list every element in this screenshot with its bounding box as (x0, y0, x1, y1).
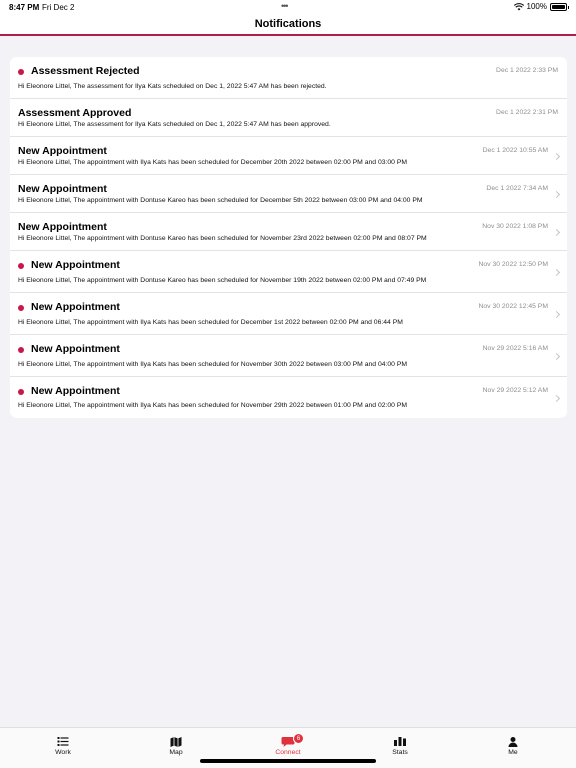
map-icon (170, 737, 182, 747)
notification-body: Hi Eleonore Littel, The assessment for I… (18, 121, 331, 128)
notification-title: New Appointment (18, 183, 107, 195)
page-title: Notifications (254, 18, 322, 30)
notification-row[interactable]: New Appointment Nov 29 2022 5:12 AM Hi Ele… (10, 377, 567, 418)
tab-label-connect: Connect (275, 749, 301, 756)
notification-title: Assessment Rejected (31, 65, 140, 77)
notification-body: Hi Eleonore Littel, The appointment with… (18, 361, 408, 368)
notification-title: New Appointment (18, 221, 107, 233)
notification-time: Dec 1 2022 2:33 PM (496, 67, 558, 74)
notification-body: Hi Eleonore Littel, The appointment with… (18, 235, 427, 242)
notification-row[interactable]: New Appointment Nov 29 2022 5:16 AM Hi Ele… (10, 335, 567, 377)
unread-dot (18, 347, 24, 353)
status-bar: 8:47 PM Fri Dec 2 ••• 100% (0, 0, 576, 14)
notification-time: Dec 1 2022 7:34 AM (486, 185, 548, 192)
notification-row[interactable]: New Appointment Nov 30 2022 12:45 PM Hi El… (10, 293, 567, 335)
notification-body: Hi Eleonore Littel, The appointment with… (18, 319, 403, 326)
notification-body: Hi Eleonore Littel, The appointment with… (18, 159, 408, 166)
bar-chart-icon (394, 737, 406, 746)
notification-row[interactable]: New Appointment Dec 1 2022 7:34 AM Hi Eleo… (10, 175, 567, 213)
notification-list: Assessment Rejected Dec 1 2022 2:33 PM Hi … (10, 57, 567, 418)
unread-dot (18, 263, 24, 269)
status-time: 8:47 PM (9, 3, 40, 12)
chevron-right-icon (552, 152, 561, 161)
notification-row[interactable]: New Appointment Nov 30 2022 12:50 PM Hi El… (10, 251, 567, 293)
notification-title: New Appointment (18, 145, 107, 157)
unread-dot (18, 389, 24, 395)
notification-time: Nov 29 2022 5:12 AM (482, 387, 548, 394)
notification-row[interactable]: Assessment Rejected Dec 1 2022 2:33 PM Hi … (10, 57, 567, 99)
notification-row[interactable]: New Appointment Dec 1 2022 10:55 AM Hi Ele… (10, 137, 567, 175)
navigation-bar: Notifications (0, 14, 576, 36)
status-indicators: 100% (513, 2, 569, 11)
notification-title: New Appointment (31, 385, 120, 397)
chevron-right-icon (552, 228, 561, 237)
person-icon (508, 737, 518, 747)
tab-label-stats: Stats (392, 749, 408, 756)
tab-work[interactable]: Work (23, 728, 103, 768)
notification-time: Nov 29 2022 5:16 AM (482, 345, 548, 352)
chevron-right-icon (552, 310, 561, 319)
notification-title: New Appointment (31, 343, 120, 355)
notification-time: Nov 30 2022 1:08 PM (482, 223, 548, 230)
tab-label-work: Work (55, 749, 71, 756)
notification-time: Nov 30 2022 12:50 PM (478, 261, 548, 268)
tab-me[interactable]: Me (473, 728, 553, 768)
notification-time: Nov 30 2022 12:45 PM (478, 303, 548, 310)
notification-body: Hi Eleonore Littel, The assessment for I… (18, 83, 327, 90)
notification-title: New Appointment (31, 259, 120, 271)
chevron-right-icon (552, 268, 561, 277)
notification-body: Hi Eleonore Littel, The appointment with… (18, 277, 427, 284)
list-icon (57, 737, 69, 746)
notification-badge: 6 (293, 733, 304, 744)
home-indicator[interactable] (200, 759, 376, 763)
battery-icon (550, 2, 569, 11)
battery-percent: 100% (526, 2, 547, 11)
chevron-right-icon (552, 394, 561, 402)
chevron-right-icon (552, 190, 561, 199)
notification-time: Dec 1 2022 2:31 PM (496, 109, 558, 116)
notification-row[interactable]: New Appointment Nov 30 2022 1:08 PM Hi Ele… (10, 213, 567, 251)
multitasking-dots[interactable]: ••• (281, 1, 289, 11)
tab-label-map: Map (169, 749, 183, 756)
wifi-icon (513, 2, 524, 10)
tab-label-me: Me (508, 749, 518, 756)
unread-dot (18, 305, 24, 311)
chevron-right-icon (552, 352, 561, 361)
unread-dot (18, 69, 24, 75)
status-date: Fri Dec 2 (42, 3, 75, 12)
notification-time: Dec 1 2022 10:55 AM (482, 147, 548, 154)
notification-title: New Appointment (31, 301, 120, 313)
notification-body: Hi Eleonore Littel, The appointment with… (18, 197, 423, 204)
notification-title: Assessment Approved (18, 107, 132, 119)
notification-body: Hi Eleonore Littel, The appointment with… (18, 402, 408, 409)
notification-row[interactable]: Assessment Approved Dec 1 2022 2:31 PM Hi … (10, 99, 567, 137)
